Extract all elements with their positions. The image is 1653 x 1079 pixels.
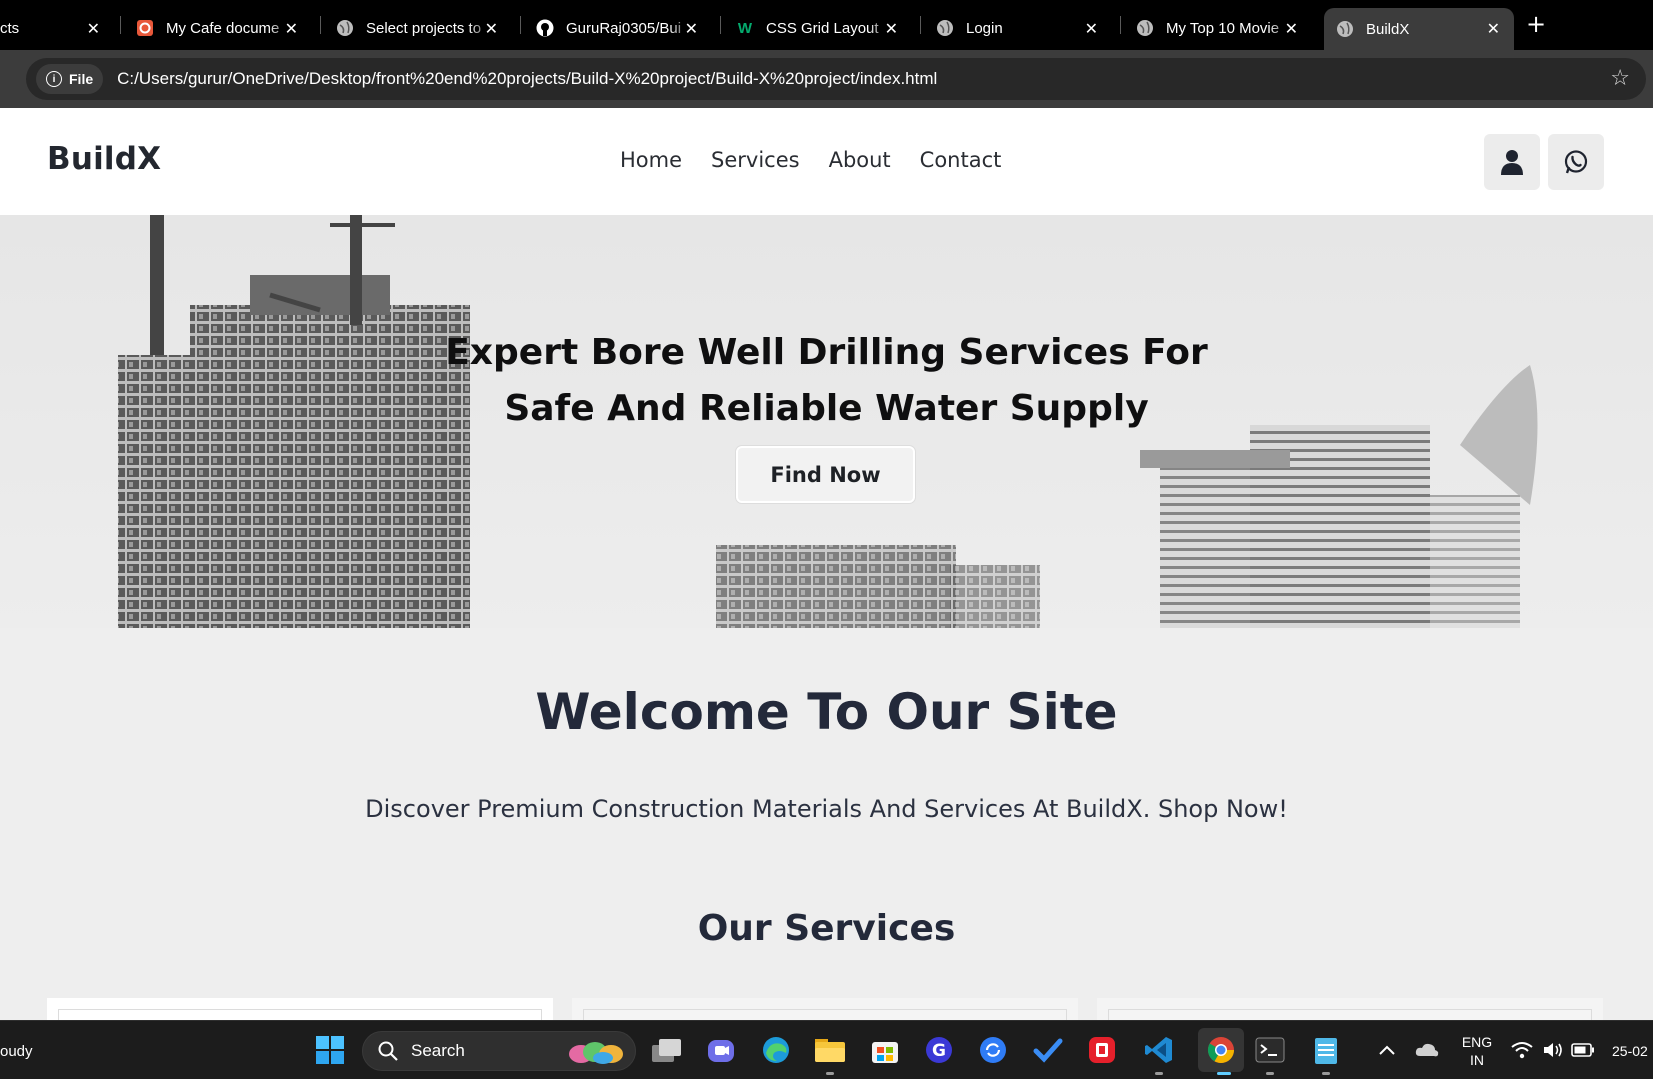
svg-text:G: G — [932, 1041, 946, 1061]
search-icon — [378, 1041, 398, 1061]
info-icon: i — [46, 71, 62, 87]
address-bar[interactable]: i File C:/Users/gurur/OneDrive/Desktop/f… — [26, 58, 1646, 100]
tab-strip: cts ✕ My Cafe docume ✕ Select projects t… — [0, 0, 1653, 50]
nav-home[interactable]: Home — [620, 148, 682, 172]
tab-label: cts — [0, 19, 20, 37]
hero-title: Expert Bore Well Drilling Services For S… — [0, 325, 1653, 437]
tab-label: CSS Grid Layout — [766, 19, 879, 37]
find-now-button[interactable]: Find Now — [736, 446, 915, 503]
start-windows-icon[interactable] — [313, 1033, 347, 1067]
close-icon[interactable]: ✕ — [885, 19, 898, 39]
battery-icon[interactable] — [1566, 1033, 1600, 1067]
web-page: BuildX Home Services About Contact Exper… — [0, 108, 1653, 1020]
sync-app-icon[interactable] — [976, 1033, 1010, 1067]
new-tab-plus-icon[interactable]: + — [1526, 10, 1546, 38]
service-card[interactable] — [572, 998, 1078, 1020]
tab-2[interactable]: Select projects to ✕ — [336, 8, 508, 48]
site-navbar: BuildX Home Services About Contact — [0, 108, 1653, 215]
scheme-label: File — [69, 71, 94, 87]
close-icon[interactable]: ✕ — [87, 19, 100, 39]
close-icon[interactable]: ✕ — [1085, 19, 1098, 39]
nav-about[interactable]: About — [829, 148, 891, 172]
chrome-icon[interactable] — [1198, 1028, 1244, 1075]
language-indicator[interactable]: ENG IN — [1460, 1033, 1494, 1069]
red-app-icon[interactable] — [1085, 1033, 1119, 1067]
tab-label: Select projects to — [366, 19, 482, 37]
whatsapp-button[interactable] — [1548, 134, 1604, 190]
user-icon — [1501, 150, 1523, 175]
toolbar: i File C:/Users/gurur/OneDrive/Desktop/f… — [0, 50, 1653, 108]
site-logo[interactable]: BuildX — [47, 141, 161, 177]
tab-3[interactable]: GuruRaj0305/Bui ✕ — [536, 8, 708, 48]
tab-1[interactable]: My Cafe docume ✕ — [136, 8, 308, 48]
url-text[interactable]: C:/Users/gurur/OneDrive/Desktop/front%20… — [117, 69, 937, 89]
tab-label: My Top 10 Movie — [1166, 19, 1280, 37]
globe-icon — [336, 19, 354, 37]
clock-date[interactable]: 25-02 — [1612, 1042, 1648, 1060]
lang-line1: ENG — [1461, 1034, 1493, 1050]
tab-5[interactable]: Login ✕ — [936, 8, 1108, 48]
user-button[interactable] — [1484, 134, 1540, 190]
search-highlight-icon — [569, 1042, 623, 1064]
service-card[interactable] — [47, 998, 553, 1020]
notepad-icon[interactable] — [1309, 1033, 1343, 1075]
search-label: Search — [411, 1041, 465, 1060]
close-icon[interactable]: ✕ — [285, 19, 298, 39]
teams-chat-icon[interactable] — [704, 1033, 738, 1067]
tab-label: GuruRaj0305/Bui — [566, 19, 682, 37]
microsoft-store-icon[interactable] — [868, 1033, 902, 1067]
tab-4[interactable]: W CSS Grid Layout ✕ — [736, 8, 908, 48]
services-title: Our Services — [697, 908, 956, 949]
taskbar-search[interactable]: Search — [362, 1031, 636, 1071]
terminal-icon[interactable] — [1253, 1033, 1287, 1075]
tab-label: BuildX — [1366, 20, 1410, 38]
tab-6[interactable]: My Top 10 Movie ✕ — [1136, 8, 1308, 48]
weather-text[interactable]: oudy — [0, 1043, 33, 1060]
github-icon — [536, 19, 554, 37]
nav-contact[interactable]: Contact — [920, 148, 1002, 172]
task-view-icon[interactable] — [650, 1033, 684, 1067]
file-explorer-icon[interactable] — [813, 1033, 847, 1075]
hero-title-line1: Expert Bore Well Drilling Services For — [445, 332, 1208, 373]
tab-0[interactable]: cts ✕ — [0, 8, 110, 48]
app-g-icon[interactable]: G — [922, 1033, 956, 1067]
tab-label: My Cafe docume — [166, 19, 280, 37]
globe-icon — [1136, 19, 1154, 37]
globe-icon — [1336, 20, 1354, 38]
hero-section: Expert Bore Well Drilling Services For S… — [0, 215, 1653, 628]
globe-icon — [936, 19, 954, 37]
close-icon[interactable]: ✕ — [685, 19, 698, 39]
chevron-up-icon[interactable] — [1370, 1033, 1404, 1067]
todo-check-icon[interactable] — [1031, 1033, 1065, 1067]
service-card[interactable] — [1097, 998, 1603, 1020]
site-info-chip[interactable]: i File — [36, 64, 104, 94]
close-icon[interactable]: ✕ — [1487, 19, 1500, 39]
w3schools-icon: W — [737, 19, 753, 37]
welcome-title: Welcome To Our Site — [535, 683, 1118, 741]
whatsapp-icon — [1564, 150, 1588, 174]
bookmark-star-icon[interactable]: ☆ — [1610, 66, 1630, 91]
welcome-subtitle: Discover Premium Construction Materials … — [365, 795, 1288, 823]
nav-menu: Home Services About Contact — [620, 148, 1001, 172]
onedrive-cloud-icon[interactable] — [1410, 1033, 1444, 1067]
edge-icon[interactable] — [759, 1033, 793, 1067]
close-icon[interactable]: ✕ — [1285, 19, 1298, 39]
wifi-icon[interactable] — [1505, 1033, 1539, 1067]
app-favicon-icon — [136, 19, 154, 37]
nav-services[interactable]: Services — [711, 148, 800, 172]
volume-icon[interactable] — [1536, 1033, 1570, 1067]
tab-label: Login — [966, 19, 1003, 37]
hero-title-line2: Safe And Reliable Water Supply — [504, 388, 1149, 429]
tab-7-active[interactable]: BuildX ✕ — [1324, 8, 1514, 50]
lang-line2: IN — [1470, 1052, 1484, 1068]
taskbar: oudy Search G ENG IN 25-02 — [0, 1020, 1653, 1079]
vscode-icon[interactable] — [1142, 1033, 1176, 1075]
close-icon[interactable]: ✕ — [485, 19, 498, 39]
